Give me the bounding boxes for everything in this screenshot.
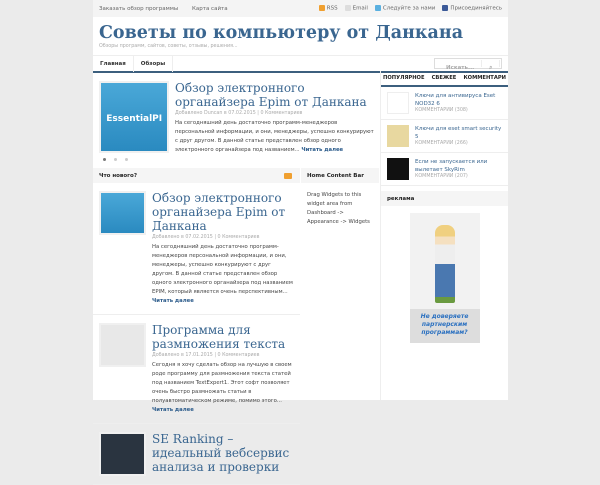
email-link[interactable]: Email — [344, 5, 368, 12]
site-title[interactable]: Советы по компьютеру от Данкана — [99, 22, 502, 44]
post-item: SE Ranking – идеальный вебсервис анализа… — [93, 424, 300, 485]
home-content-bar: Home Content Bar Drag Widgets to this wi… — [301, 168, 379, 235]
tab-recent[interactable]: СВЕЖЕЕ — [432, 75, 457, 81]
comments-link[interactable]: 0 Комментариев — [260, 111, 302, 116]
post-thumbnail[interactable] — [387, 125, 409, 147]
featured-slider: EssentialPI Обзор электронного органайзе… — [93, 73, 380, 165]
comments-link[interactable]: 0 Комментариев — [218, 235, 260, 240]
sidebar: ПОПУЛЯРНОЕ СВЕЖЕЕ КОММЕНТАРИ Ключи для а… — [380, 71, 508, 400]
rss-link[interactable]: RSS — [318, 5, 338, 12]
twitter-link[interactable]: Следуйте за нами — [374, 5, 435, 12]
post-thumbnail[interactable] — [99, 432, 146, 476]
facebook-link[interactable]: Присоединяйтесь — [442, 5, 502, 12]
post-thumbnail[interactable] — [99, 323, 146, 367]
site-tagline: Обзоры программ, сайтов, советы, отзывы,… — [99, 44, 238, 49]
tab-popular[interactable]: ПОПУЛЯРНОЕ — [383, 75, 425, 81]
main-nav: Главная Обзоры Искать... ⌕ — [93, 55, 508, 72]
top-bar: Заказать обзор программы Карта сайта RSS… — [93, 0, 508, 17]
read-more-link[interactable]: Читать далее — [301, 147, 343, 153]
post-title[interactable]: Программа для размножения текста — [152, 323, 294, 351]
rss-icon — [318, 5, 325, 12]
search-icon[interactable]: ⌕ — [482, 60, 501, 71]
cartoon-man-image — [434, 225, 455, 303]
header: Советы по компьютеру от Данкана Обзоры п… — [93, 17, 508, 55]
order-review-link[interactable]: Заказать обзор программы — [99, 6, 178, 12]
popular-item[interactable]: Ключи для eset smart security 5 КОММЕНТАР… — [381, 120, 508, 153]
post-thumbnail[interactable] — [387, 92, 409, 114]
sitemap-link[interactable]: Карта сайта — [192, 6, 228, 12]
read-more-link[interactable]: Читать далее — [152, 298, 194, 304]
read-more-link[interactable]: Читать далее — [152, 407, 194, 413]
post-item: Обзор электронного органайзера Epim от Д… — [93, 183, 300, 315]
twitter-icon — [374, 5, 381, 12]
post-thumbnail[interactable] — [99, 191, 146, 235]
post-thumbnail[interactable] — [387, 158, 409, 180]
facebook-icon — [442, 5, 449, 12]
popular-item[interactable]: Если не запускается или вылетает SkyRim К… — [381, 153, 508, 186]
email-icon — [344, 5, 351, 12]
page: Заказать обзор программы Карта сайта RSS… — [93, 0, 508, 485]
ad-banner[interactable]: Не доверяете партнерским программам? — [409, 213, 480, 343]
whats-new-section: Что нового? Обзор электронного органайзе… — [93, 168, 300, 485]
post-title[interactable]: SE Ranking – идеальный вебсервис анализа… — [152, 432, 294, 474]
post-item: Программа для размножения текста Добавле… — [93, 315, 300, 424]
search-input[interactable]: Искать... ⌕ — [434, 58, 502, 71]
ad-heading: реклама — [381, 191, 508, 206]
featured-title[interactable]: Обзор электронного органайзера Epim от Д… — [175, 81, 374, 109]
comments-link[interactable]: 0 Комментариев — [218, 353, 260, 358]
slider-dots[interactable] — [103, 158, 128, 161]
nav-reviews[interactable]: Обзоры — [134, 55, 174, 72]
post-title[interactable]: Обзор электронного органайзера Epim от Д… — [152, 191, 294, 233]
nav-home[interactable]: Главная — [93, 55, 134, 72]
featured-thumbnail[interactable]: EssentialPI — [99, 81, 169, 153]
sidebar-tabs: ПОПУЛЯРНОЕ СВЕЖЕЕ КОММЕНТАРИ — [381, 71, 508, 87]
rss-icon[interactable] — [284, 172, 292, 179]
popular-item[interactable]: Ключи для антивируса Eset NOD32 6 КОММЕНТ… — [381, 87, 508, 120]
tab-comments[interactable]: КОММЕНТАРИ — [463, 75, 506, 81]
